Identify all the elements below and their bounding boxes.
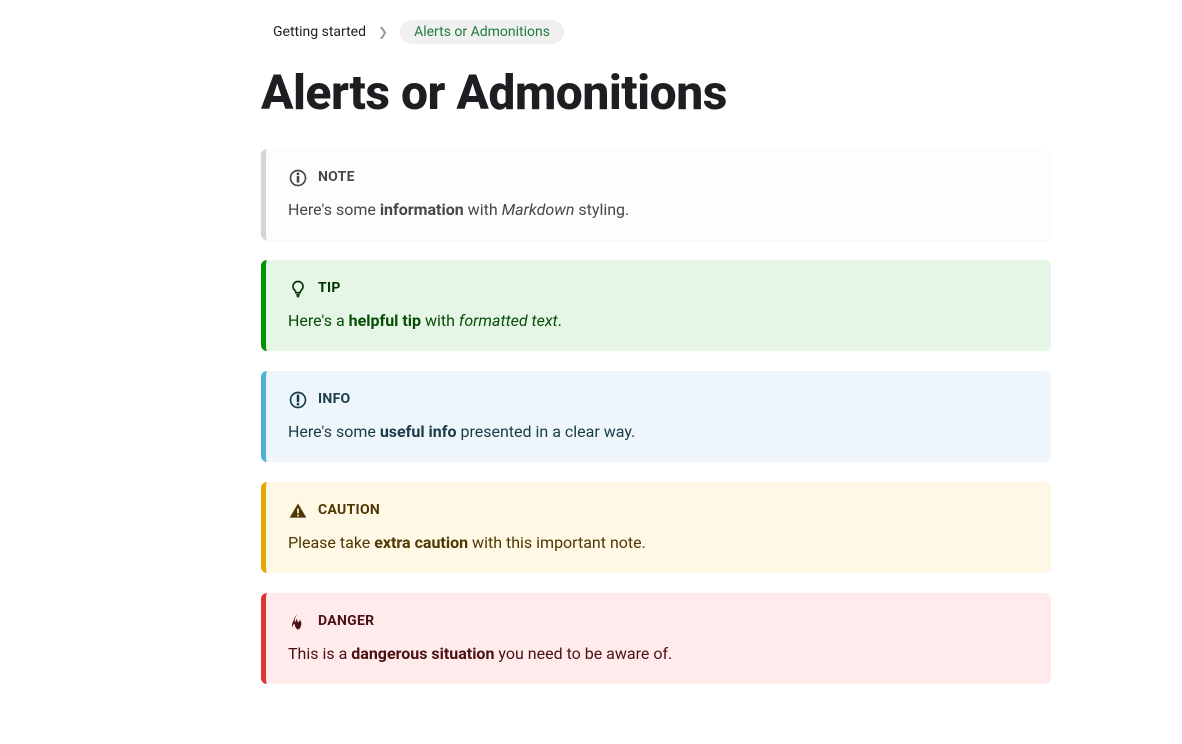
admonition-caution: CAUTION Please take extra caution with t… [261, 482, 1051, 573]
note-body-strong: information [380, 200, 464, 219]
warning-triangle-icon [288, 501, 308, 521]
fire-icon [288, 612, 308, 632]
note-body-pre: Here's some [288, 200, 380, 219]
admonition-caution-body: Please take extra caution with this impo… [288, 531, 1029, 555]
chevron-right-icon: ❯ [378, 25, 388, 39]
breadcrumb-current: Alerts or Admonitions [400, 20, 564, 44]
admonition-info-header: INFO [288, 389, 1029, 410]
admonition-tip: TIP Here's a helpful tip with formatted … [261, 260, 1051, 351]
note-body-mid: with [464, 200, 502, 219]
admonition-tip-label: TIP [318, 278, 341, 299]
tip-body-em: formatted text [459, 311, 558, 330]
exclamation-circle-icon [288, 390, 308, 410]
caution-body-pre: Please take [288, 533, 374, 552]
note-body-post: styling. [574, 200, 629, 219]
lightbulb-icon [288, 279, 308, 299]
info-body-post: presented in a clear way. [457, 422, 636, 441]
admonition-danger-label: DANGER [318, 611, 374, 632]
admonition-note-body: Here's some information with Markdown st… [288, 198, 1029, 222]
danger-body-pre: This is a [288, 644, 351, 663]
tip-body-strong: helpful tip [349, 311, 421, 330]
caution-body-post: with this important note. [468, 533, 646, 552]
tip-body-pre: Here's a [288, 311, 349, 330]
admonition-tip-header: TIP [288, 278, 1029, 299]
note-body-em: Markdown [502, 200, 575, 219]
main-content: Getting started ❯ Alerts or Admonitions … [111, 20, 1071, 684]
tip-body-post: . [558, 311, 562, 330]
admonition-tip-body: Here's a helpful tip with formatted text… [288, 309, 1029, 333]
admonition-info-body: Here's some useful info presented in a c… [288, 420, 1029, 444]
tip-body-mid: with [421, 311, 459, 330]
admonition-note-label: NOTE [318, 167, 355, 188]
admonition-caution-header: CAUTION [288, 500, 1029, 521]
breadcrumb: Getting started ❯ Alerts or Admonitions [261, 20, 1051, 44]
admonition-danger-body: This is a dangerous situation you need t… [288, 642, 1029, 666]
admonition-note: NOTE Here's some information with Markdo… [261, 149, 1051, 240]
breadcrumb-parent[interactable]: Getting started [273, 24, 366, 40]
admonition-info: INFO Here's some useful info presented i… [261, 371, 1051, 462]
danger-body-strong: dangerous situation [351, 644, 494, 663]
danger-body-post: you need to be aware of. [494, 644, 672, 663]
info-body-pre: Here's some [288, 422, 380, 441]
info-circle-icon [288, 168, 308, 188]
caution-body-strong: extra caution [374, 533, 468, 552]
admonition-caution-label: CAUTION [318, 500, 380, 521]
admonition-danger: DANGER This is a dangerous situation you… [261, 593, 1051, 684]
admonition-info-label: INFO [318, 389, 351, 410]
admonition-note-header: NOTE [288, 167, 1029, 188]
admonition-danger-header: DANGER [288, 611, 1029, 632]
info-body-strong: useful info [380, 422, 457, 441]
page-title: Alerts or Admonitions [261, 64, 1051, 121]
